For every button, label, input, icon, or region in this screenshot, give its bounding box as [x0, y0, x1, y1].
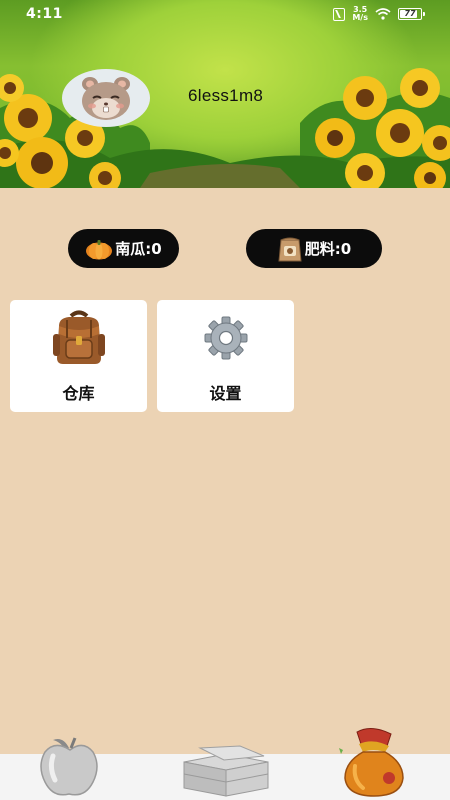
status-time: 4:11: [26, 6, 63, 22]
nav-lucky-bag-button[interactable]: [334, 726, 414, 800]
avatar[interactable]: [62, 69, 150, 127]
nav-crate-button[interactable]: [180, 726, 272, 800]
crate-icon: [183, 745, 269, 797]
fertilizer-count-label: 肥料:0: [304, 240, 352, 258]
apple-icon: [40, 737, 98, 796]
username: 6less1m8: [188, 86, 264, 105]
fertilizer-bag-icon: [278, 237, 302, 261]
network-speed-unit: M/s: [352, 13, 368, 22]
nfc-icon: [333, 7, 346, 21]
hamster-avatar-icon: [82, 77, 130, 120]
battery-level: 77: [404, 9, 416, 18]
settings-label: 设置: [209, 384, 242, 403]
header-banner: 4:11 3.5 M/s 77 6less1m8: [0, 0, 450, 188]
fertilizer-counter: 肥料:0: [246, 229, 382, 268]
pumpkin-icon: [86, 239, 113, 259]
backpack-icon: [52, 310, 105, 364]
app-screen: 4:11 3.5 M/s 77 6less1m8 南瓜:0 肥料:0 仓库 设置: [0, 0, 450, 800]
lucky-bag-icon: [339, 728, 404, 797]
settings-card[interactable]: 设置: [157, 300, 294, 412]
wifi-icon: [375, 8, 391, 20]
status-bar: 4:11 3.5 M/s 77: [0, 0, 450, 28]
pumpkin-counter: 南瓜:0: [68, 229, 179, 268]
status-icons: 3.5 M/s 77: [333, 5, 425, 23]
network-speed: 3.5 M/s: [352, 6, 368, 22]
warehouse-label: 仓库: [62, 384, 95, 403]
battery-icon: 77: [398, 8, 425, 20]
bottom-nav: [0, 728, 450, 800]
pumpkin-count-label: 南瓜:0: [115, 240, 162, 258]
nav-apple-button[interactable]: [32, 726, 108, 800]
gear-icon: [204, 316, 247, 360]
warehouse-card[interactable]: 仓库: [10, 300, 147, 412]
